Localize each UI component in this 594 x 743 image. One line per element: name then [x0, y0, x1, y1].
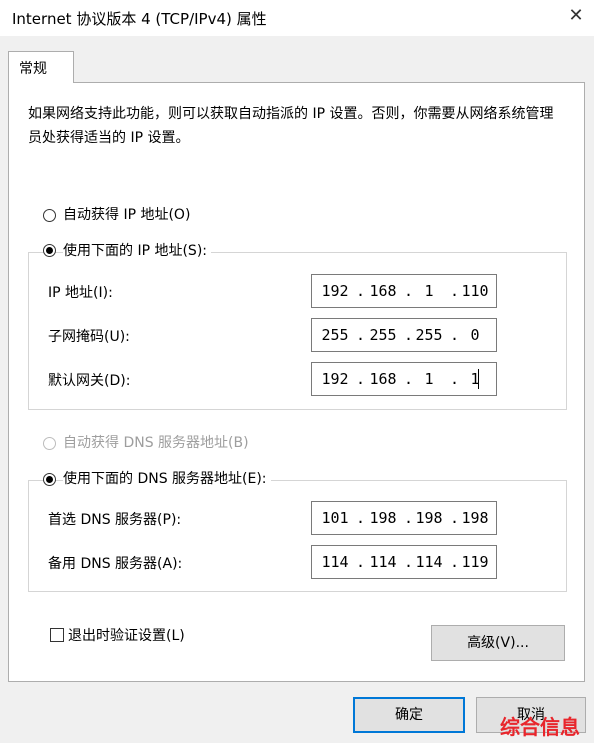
- ip-auto-label[interactable]: 自动获得 IP 地址(O): [63, 204, 190, 224]
- dns-auto-radio[interactable]: [43, 437, 56, 450]
- description-text: 如果网络支持此功能，则可以获取自动指派的 IP 设置。否则，你需要从网络系统管理…: [28, 106, 554, 146]
- alternate-dns-label: 备用 DNS 服务器(A):: [48, 556, 183, 572]
- ip-address-input[interactable]: 192 . 168 . 1 . 110: [311, 274, 497, 308]
- dns-manual-radio[interactable]: [43, 473, 56, 486]
- ok-button[interactable]: 确定: [353, 697, 465, 733]
- validate-label[interactable]: 退出时验证设置(L): [68, 625, 185, 645]
- default-gateway-input[interactable]: 192 . 168 . 1 . 1: [311, 362, 497, 396]
- subnet-mask-label: 子网掩码(U):: [48, 329, 130, 345]
- default-gateway-label: 默认网关(D):: [48, 373, 131, 389]
- tab-general-label: 常规: [19, 61, 47, 77]
- text-caret: [478, 369, 479, 389]
- tab-general[interactable]: 常规: [8, 51, 74, 83]
- validate-checkbox[interactable]: [50, 628, 64, 642]
- alternate-dns-input[interactable]: 114 . 114 . 114 . 119: [311, 545, 497, 579]
- subnet-mask-input[interactable]: 255 . 255 . 255 . 0: [311, 318, 497, 352]
- ip-auto-radio[interactable]: [43, 209, 56, 222]
- dns-auto-label[interactable]: 自动获得 DNS 服务器地址(B): [63, 432, 249, 452]
- preferred-dns-input[interactable]: 101 . 198 . 198 . 198: [311, 501, 497, 535]
- dns-manual-label[interactable]: 使用下面的 DNS 服务器地址(E):: [63, 468, 271, 488]
- window-title: Internet 协议版本 4 (TCP/IPv4) 属性: [12, 10, 267, 28]
- advanced-button[interactable]: 高级(V)...: [431, 625, 565, 661]
- ip-manual-label[interactable]: 使用下面的 IP 地址(S):: [63, 240, 211, 260]
- close-icon[interactable]: ✕: [566, 4, 586, 28]
- preferred-dns-label: 首选 DNS 服务器(P):: [48, 512, 182, 528]
- watermark-logo: 综合信息: [500, 715, 580, 739]
- ip-address-label: IP 地址(I):: [48, 285, 113, 301]
- ip-manual-radio[interactable]: [43, 244, 56, 257]
